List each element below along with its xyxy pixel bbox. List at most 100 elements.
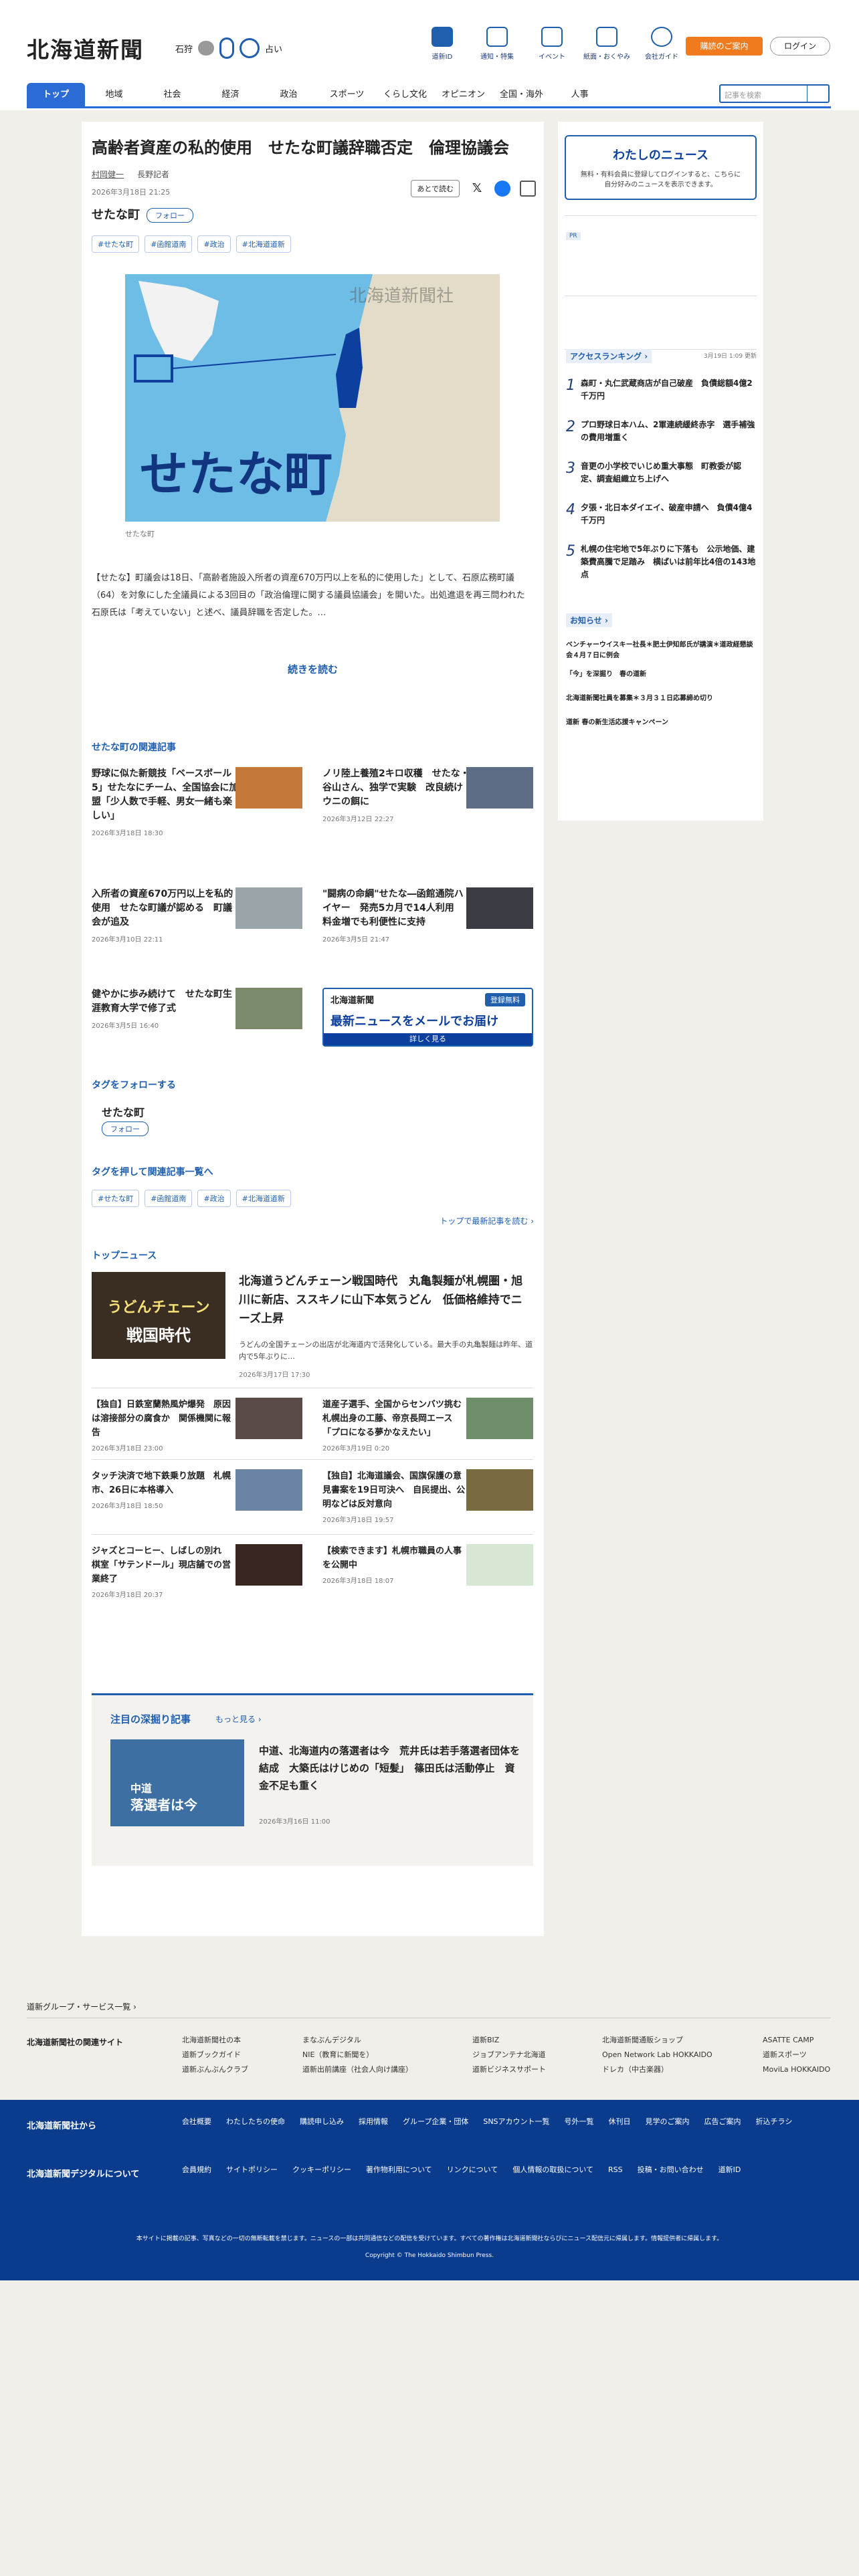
related-thumb: [235, 887, 302, 929]
news-item[interactable]: 道産子選手、全国からセンバツ挑む 札幌出身の工藤、帝京長岡エース「プロになる夢か…: [322, 1398, 533, 1453]
tab-economy[interactable]: 経済: [201, 83, 260, 107]
nav-event[interactable]: イベント: [524, 27, 579, 61]
notice-item[interactable]: ベンチャーウイスキー社長＊肥土伊知郎氏が講演＊道政経懇談会４月７日に例会: [566, 640, 757, 669]
deep-image[interactable]: 中道 落選者は今: [110, 1739, 244, 1826]
related-item[interactable]: ノリ陸上養殖2キロ収穫 せたな・谷山さん、独学で実験 改良続けウニの餌に 2026…: [322, 767, 533, 823]
x-share-icon[interactable]: 𝕏: [469, 181, 485, 197]
pr-label: PR: [566, 232, 581, 240]
tab-world[interactable]: 全国・海外: [492, 83, 551, 107]
related-item[interactable]: 健やかに歩み続けて せたな町生涯教育大学で修了式 2026年3月5日 16:40: [92, 988, 302, 1030]
copyright-notice: 本サイトに掲載の記事、写真などの一切の無断転載を禁じます。ニュースの一部は共同通…: [136, 2236, 723, 2242]
tab-society[interactable]: 社会: [143, 83, 201, 107]
id-icon: [432, 27, 453, 47]
tab-culture[interactable]: くらし文化: [376, 83, 434, 107]
nav-guide[interactable]: 会社ガイド: [634, 27, 689, 61]
tag-item[interactable]: #せたな町: [92, 235, 140, 253]
image-caption-text: せたな町: [140, 446, 333, 502]
nav-doshin-id[interactable]: 道新ID: [415, 27, 470, 61]
top-latest-link[interactable]: トップで最新記事を読む ›: [440, 1215, 534, 1226]
location-label: 石狩: [175, 44, 193, 55]
ranking-heading[interactable]: アクセスランキング ›: [566, 349, 652, 363]
tag-item[interactable]: #函館道南: [145, 1190, 193, 1207]
article-body: 【せたな】町議会は18日、「高齢者施設入所者の資産670万円以上を私的に使用した…: [92, 573, 525, 618]
from-links: 会社概要 わたしたちの使命 購読申し込み 採用情報 グループ企業・団体 SNSアカウント一…: [182, 2117, 793, 2126]
ranking-item[interactable]: 1 森町・丸仁武蔵商店が自己破産 負債総額4億2千万円: [566, 377, 757, 419]
search-input[interactable]: 記事を検索: [719, 84, 830, 103]
group-link[interactable]: 道新グループ・サービス一覧 ›: [27, 2001, 136, 2012]
ranking-item[interactable]: 5 札幌の住宅地で5年ぶりに下落も 公示地価、建築費高騰で足踏み 横ばいは前年比4…: [566, 543, 757, 584]
nav-paper[interactable]: 紙面・おくやみ: [579, 27, 634, 61]
tab-politics[interactable]: 政治: [260, 83, 318, 107]
follow-button[interactable]: フォロー: [102, 1121, 149, 1136]
cloud-icon: [198, 41, 215, 56]
header-nav: 道新ID 通知・特集 イベント 紙面・おくやみ 会社ガイド: [415, 27, 689, 61]
follow-button[interactable]: フォロー: [147, 208, 193, 223]
email-promo-banner[interactable]: 北海道新聞 登録無料 最新ニュースをメールでお届け 詳しく見る: [322, 988, 533, 1047]
news-item[interactable]: 【独自】北海道議会、国旗保護の意見書案を19日可決へ 自民提出、公明などは反対意…: [322, 1469, 533, 1524]
article-image[interactable]: せたな町 北海道新聞社: [125, 274, 500, 522]
lead-news-image[interactable]: うどんチェーン 戦国時代: [92, 1272, 225, 1359]
notice-item[interactable]: 「今」を深掘り 春の道新: [566, 669, 757, 693]
related-thumb: [235, 988, 302, 1029]
footer-main: 北海道新聞社から 会社概要 わたしたちの使命 購読申し込み 採用情報 グループ企業・団体…: [0, 2100, 859, 2280]
news-item[interactable]: 【独自】日鉄室蘭熱風炉爆発 原因は溶接部分の腐食か 関係機関に報告 2026年3月…: [92, 1398, 302, 1453]
notice-item[interactable]: 北海道新聞社員を募集＊３月３１日応募締め切り: [566, 693, 757, 718]
notice-list: ベンチャーウイスキー社長＊肥土伊知郎氏が講演＊道政経懇談会４月７日に例会 「今」…: [566, 640, 757, 742]
related-item[interactable]: 野球に似た新競技「ベースボール5」せたなにチーム、全国協会に加盟「少人数で手軽、…: [92, 767, 302, 837]
sidebar: わたしのニュース 無料・有料会員に登録してログインすると、こちらに自分好みのニュ…: [558, 122, 763, 821]
subscribe-button[interactable]: 購読のご案内: [686, 37, 763, 56]
news-thumb: [235, 1398, 302, 1439]
author-name[interactable]: 村岡健一: [92, 169, 124, 180]
ranking-item[interactable]: 2 プロ野球日本ハム、2軍連続緩終赤字 選手補強の費用増重く: [566, 419, 757, 460]
ranking-list: 1 森町・丸仁武蔵商店が自己破産 負債総額4億2千万円 2 プロ野球日本ハム、2軍連…: [566, 377, 757, 584]
ranking-item[interactable]: 3 音更の小学校でいじめ重大事態 町教委が認定、調査組織立ち上げへ: [566, 460, 757, 502]
follow-tags-heading: タグをフォローする: [92, 1080, 176, 1091]
top-news-heading: トップニュース: [92, 1251, 157, 1261]
lead-news-summary: うどんの全国チェーンの出店が北海道内で活発化している。最大手の丸亀製麺は昨年、道…: [239, 1340, 533, 1361]
login-button[interactable]: ログイン: [770, 37, 830, 56]
newspaper-icon: [596, 27, 617, 47]
author-tag: 長野記者: [137, 170, 170, 179]
news-item[interactable]: 【検索できます】札幌市職員の人事を公開中 2026年3月18日 18:07: [322, 1544, 533, 1586]
tab-region[interactable]: 地域: [85, 83, 143, 107]
tag-item[interactable]: #北海道道新: [235, 235, 291, 253]
deep-more-link[interactable]: もっと見る ›: [215, 1713, 262, 1725]
weather-widget[interactable]: 石狩 占い: [175, 37, 282, 59]
news-item[interactable]: ジャズとコーヒー、しばしの別れ 棋室「サテンドール」現店舗での営業終了 2026年…: [92, 1544, 302, 1599]
divider: [92, 1534, 533, 1535]
tag-item[interactable]: #北海道道新: [235, 1190, 291, 1207]
tab-opinion[interactable]: オピニオン: [434, 83, 492, 107]
tab-personnel[interactable]: 人事: [551, 83, 609, 107]
tag-item[interactable]: #函館道南: [145, 235, 193, 253]
tag-item[interactable]: #せたな町: [92, 1190, 140, 1207]
digital-links: 会員規約 サイトポリシー クッキーポリシー 著作物利用について リンクについて 個人情報の…: [182, 2165, 741, 2174]
related-sites-label: 北海道新聞社の関連サイト: [27, 2038, 124, 2047]
notice-item[interactable]: 道新 春の新生活応援キャンペーン: [566, 718, 757, 742]
question-icon: [651, 27, 672, 47]
deep-title[interactable]: 中道、北海道内の落選者は今 荒井氏は若手落選者団体を結成 大築氏はけじめの「短髪…: [259, 1742, 520, 1794]
related-item[interactable]: "闘病の命綱"せたな―函館通院ハイヤー 発売5カ月で14人利用 料金増でも利便性…: [322, 887, 533, 944]
notice-heading[interactable]: お知らせ ›: [566, 613, 612, 627]
news-item[interactable]: タッチ決済で地下鉄乗り放題 札幌市、26日に本格導入 2026年3月18日 18:…: [92, 1469, 302, 1511]
tab-sports[interactable]: スポーツ: [318, 83, 376, 107]
news-thumb: [466, 1398, 533, 1439]
read-more-link[interactable]: 続きを読む: [82, 662, 544, 676]
nav-notify[interactable]: 通知・特集: [470, 27, 524, 61]
search-icon[interactable]: [807, 86, 828, 102]
deep-dive-section: 注目の深掘り記事 もっと見る › 中道 落選者は今 中道、北海道内の落選者は今 …: [92, 1693, 533, 1866]
digital-label: 北海道新聞デジタルについて: [27, 2169, 140, 2179]
fortune-icon[interactable]: [240, 38, 260, 58]
ranking-item[interactable]: 4 夕張・北日本ダイエイ、破産申請へ 負債4億4千万円: [566, 502, 757, 543]
share-icon[interactable]: [520, 181, 536, 197]
tag-item[interactable]: #政治: [197, 235, 231, 253]
related-item[interactable]: 入所者の資産670万円以上を私的使用 せたな町議が認める 町議会が追及 2026年…: [92, 887, 302, 944]
tag-item[interactable]: #政治: [197, 1190, 231, 1207]
save-later-button[interactable]: あとで読む: [411, 180, 460, 197]
lead-news-title[interactable]: 北海道うどんチェーン戦国時代 丸亀製麺が札幌圏・旭川に新店、ススキノに山下本気う…: [239, 1272, 533, 1328]
my-news-text: 無料・有料会員に登録してログインすると、こちらに自分好みのニュースを表示できます…: [580, 171, 741, 189]
divider: [92, 1459, 533, 1460]
facebook-share-icon[interactable]: [494, 181, 510, 197]
site-header: 北海道新聞 石狩 占い 道新ID 通知・特集 イベント 紙面・おくやみ 会社ガイ…: [0, 0, 859, 110]
site-logo[interactable]: 北海道新聞: [27, 32, 144, 64]
tab-top[interactable]: トップ: [27, 83, 85, 107]
